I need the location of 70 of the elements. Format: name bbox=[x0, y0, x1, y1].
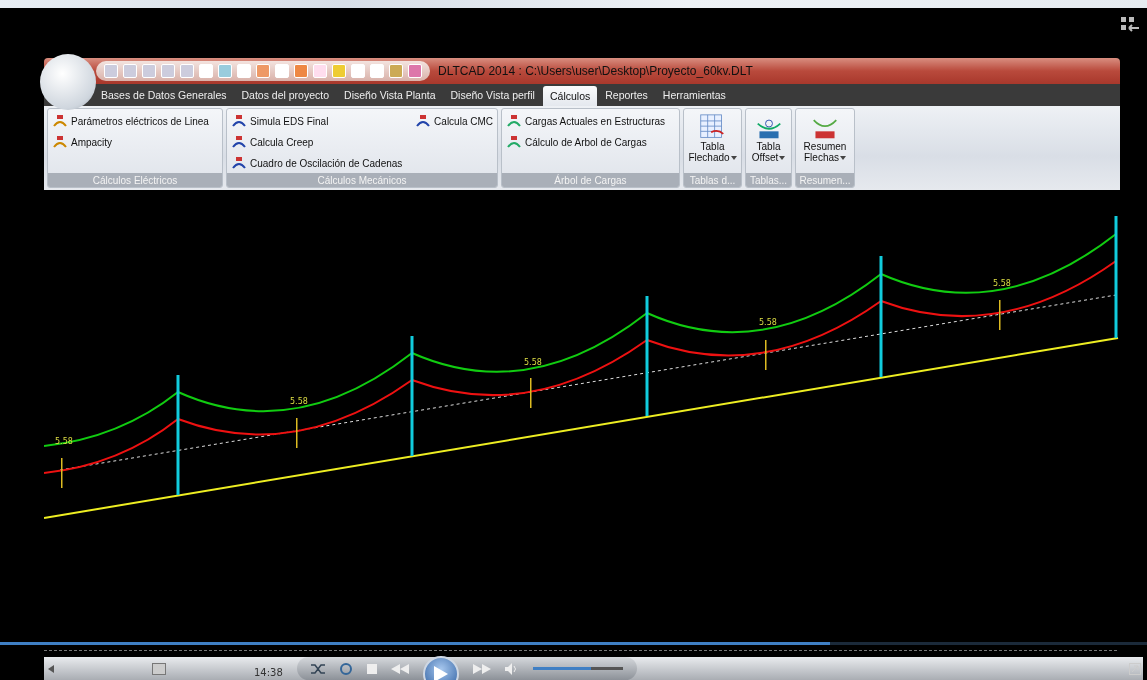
toolbar-icon[interactable] bbox=[123, 64, 137, 78]
toolbar-icon[interactable] bbox=[104, 64, 118, 78]
toolbar-icon[interactable] bbox=[161, 64, 175, 78]
ribbon-button[interactable]: Cuadro de Oscilación de Cadenas bbox=[231, 154, 403, 172]
fast-forward-icon[interactable] bbox=[472, 663, 491, 674]
play-button[interactable] bbox=[422, 655, 459, 680]
grid-arrow-icon[interactable] bbox=[1121, 17, 1139, 33]
sag-marker bbox=[61, 458, 63, 488]
play-icon bbox=[433, 665, 448, 680]
ribbon-button[interactable]: Simula EDS Final bbox=[231, 112, 403, 130]
sag-curve-icon bbox=[231, 156, 247, 170]
toolbar-icon[interactable] bbox=[389, 64, 403, 78]
sag-curve-icon bbox=[415, 114, 432, 128]
group-title: Tablas d... bbox=[684, 173, 741, 187]
sag-marker bbox=[765, 340, 767, 370]
ribbon-tab[interactable]: Reportes bbox=[598, 84, 655, 106]
rewind-icon[interactable] bbox=[390, 663, 409, 674]
sag-curve-icon bbox=[52, 135, 68, 149]
group-title: Tablas... bbox=[746, 173, 791, 187]
scroll-thumb-icon[interactable] bbox=[152, 662, 166, 675]
sag-curve-icon bbox=[52, 114, 68, 128]
window-title: DLTCAD 2014 : C:\Users\user\Desktop\Proyecto_60kv.DLT bbox=[438, 64, 753, 78]
toolbar-icon[interactable] bbox=[180, 64, 194, 78]
ribbon-tab[interactable]: Cálculos bbox=[542, 86, 598, 106]
toolbar-icon[interactable] bbox=[142, 64, 156, 78]
ribbon-large-button[interactable]: Tabla Flechado bbox=[688, 112, 737, 173]
resize-icon[interactable] bbox=[1129, 662, 1141, 675]
seek-bar[interactable] bbox=[0, 642, 1147, 645]
sag-label: 5.58 bbox=[759, 318, 777, 327]
ribbon-button[interactable]: Cálculo de Arbol de Cargas bbox=[506, 133, 666, 151]
sag-curve-icon bbox=[231, 135, 247, 149]
sag-label: 5.58 bbox=[993, 279, 1011, 288]
group-title: Resumen... bbox=[796, 173, 854, 187]
sag-curve-icon bbox=[506, 135, 522, 149]
ribbon-tab[interactable]: Datos del proyecto bbox=[234, 84, 337, 106]
ribbon-tab[interactable]: Bases de Datos Generales bbox=[94, 84, 234, 106]
sag-label: 5.58 bbox=[524, 358, 542, 367]
elapsed-time: 14:38 bbox=[254, 667, 283, 678]
ribbon-button[interactable]: Calcula Creep bbox=[231, 133, 403, 151]
toolbar-icon[interactable] bbox=[218, 64, 232, 78]
sag-curve-icon bbox=[506, 114, 522, 128]
sag-marker bbox=[999, 300, 1001, 330]
sag-curve-icon bbox=[231, 114, 247, 128]
group-title: Árbol de Cargas bbox=[502, 173, 679, 187]
ribbon-tab[interactable]: Herramientas bbox=[655, 84, 733, 106]
toolbar-icon[interactable] bbox=[294, 64, 308, 78]
repeat-icon[interactable] bbox=[338, 661, 353, 676]
toolbar-icon[interactable] bbox=[408, 64, 422, 78]
ribbon-large-button[interactable]: Resumen Flechas bbox=[803, 112, 847, 173]
shuffle-icon[interactable] bbox=[310, 662, 325, 675]
toolbar-icon[interactable] bbox=[313, 64, 327, 78]
stop-icon[interactable] bbox=[366, 663, 377, 674]
ribbon-tab[interactable]: Diseño Vista perfil bbox=[443, 84, 542, 106]
toolbar-icon[interactable] bbox=[332, 64, 346, 78]
sag-marker bbox=[296, 418, 298, 448]
toolbar-icon[interactable] bbox=[256, 64, 270, 78]
speaker-icon[interactable] bbox=[504, 662, 519, 675]
group-title: Cálculos Eléctricos bbox=[48, 173, 222, 187]
sag-label: 5.58 bbox=[290, 397, 308, 406]
ribbon-button[interactable]: Ampacity bbox=[52, 133, 209, 151]
volume-slider[interactable] bbox=[532, 667, 623, 670]
left-arrow-icon[interactable] bbox=[48, 664, 54, 673]
group-title: Cálculos Mecánicos bbox=[227, 173, 497, 187]
table-icon bbox=[699, 113, 726, 141]
ribbon-tab[interactable]: Diseño Vista Planta bbox=[337, 84, 443, 106]
ribbon-button[interactable]: Calcula CMC bbox=[415, 112, 493, 130]
ribbon-large-button[interactable]: Tabla Offset bbox=[751, 112, 786, 173]
sag-marker bbox=[530, 378, 532, 408]
ribbon-button[interactable]: Cargas Actuales en Estructuras bbox=[506, 112, 666, 130]
ribbon-button[interactable]: Parámetros eléctricos de Linea bbox=[52, 112, 209, 130]
